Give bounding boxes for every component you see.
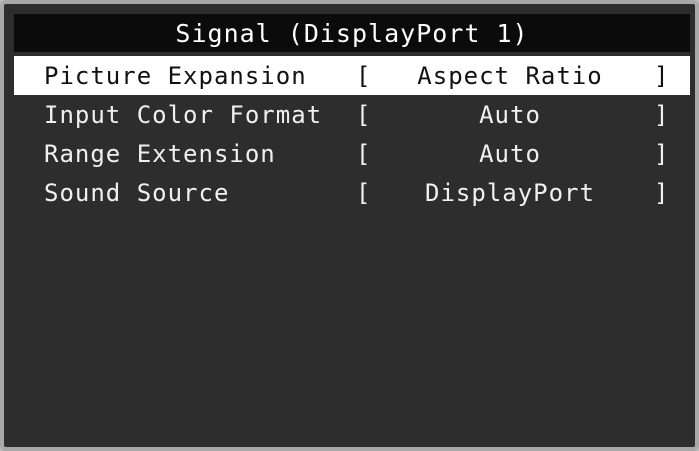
menu-item-value: DisplayPort (425, 178, 595, 207)
menu-item-label: Picture Expansion (44, 61, 307, 90)
osd-window: Signal (DisplayPort 1) Picture Expansion… (0, 0, 699, 451)
bracket-open: [ (356, 178, 372, 207)
menu-item-label: Range Extension (44, 139, 276, 168)
settings-menu: Picture Expansion [ Aspect Ratio ] Input… (14, 56, 690, 212)
bracket-close: ] (654, 139, 670, 168)
bracket-open: [ (356, 100, 372, 129)
bracket-close: ] (654, 61, 670, 90)
menu-item-picture-expansion[interactable]: Picture Expansion [ Aspect Ratio ] (14, 56, 690, 95)
menu-item-label: Input Color Format (44, 100, 323, 129)
bracket-close: ] (654, 100, 670, 129)
bracket-open: [ (356, 139, 372, 168)
menu-title-text: Signal (DisplayPort 1) (175, 18, 529, 48)
menu-item-input-color-format[interactable]: Input Color Format [ Auto ] (14, 95, 690, 134)
menu-item-range-extension[interactable]: Range Extension [ Auto ] (14, 134, 690, 173)
menu-item-value: Auto (479, 100, 541, 129)
bracket-close: ] (654, 178, 670, 207)
bracket-open: [ (356, 61, 372, 90)
menu-item-label: Sound Source (44, 178, 230, 207)
menu-item-sound-source[interactable]: Sound Source [ DisplayPort ] (14, 173, 690, 212)
menu-item-value: Aspect Ratio (417, 61, 603, 90)
menu-item-value: Auto (479, 139, 541, 168)
menu-title: Signal (DisplayPort 1) (14, 14, 690, 52)
